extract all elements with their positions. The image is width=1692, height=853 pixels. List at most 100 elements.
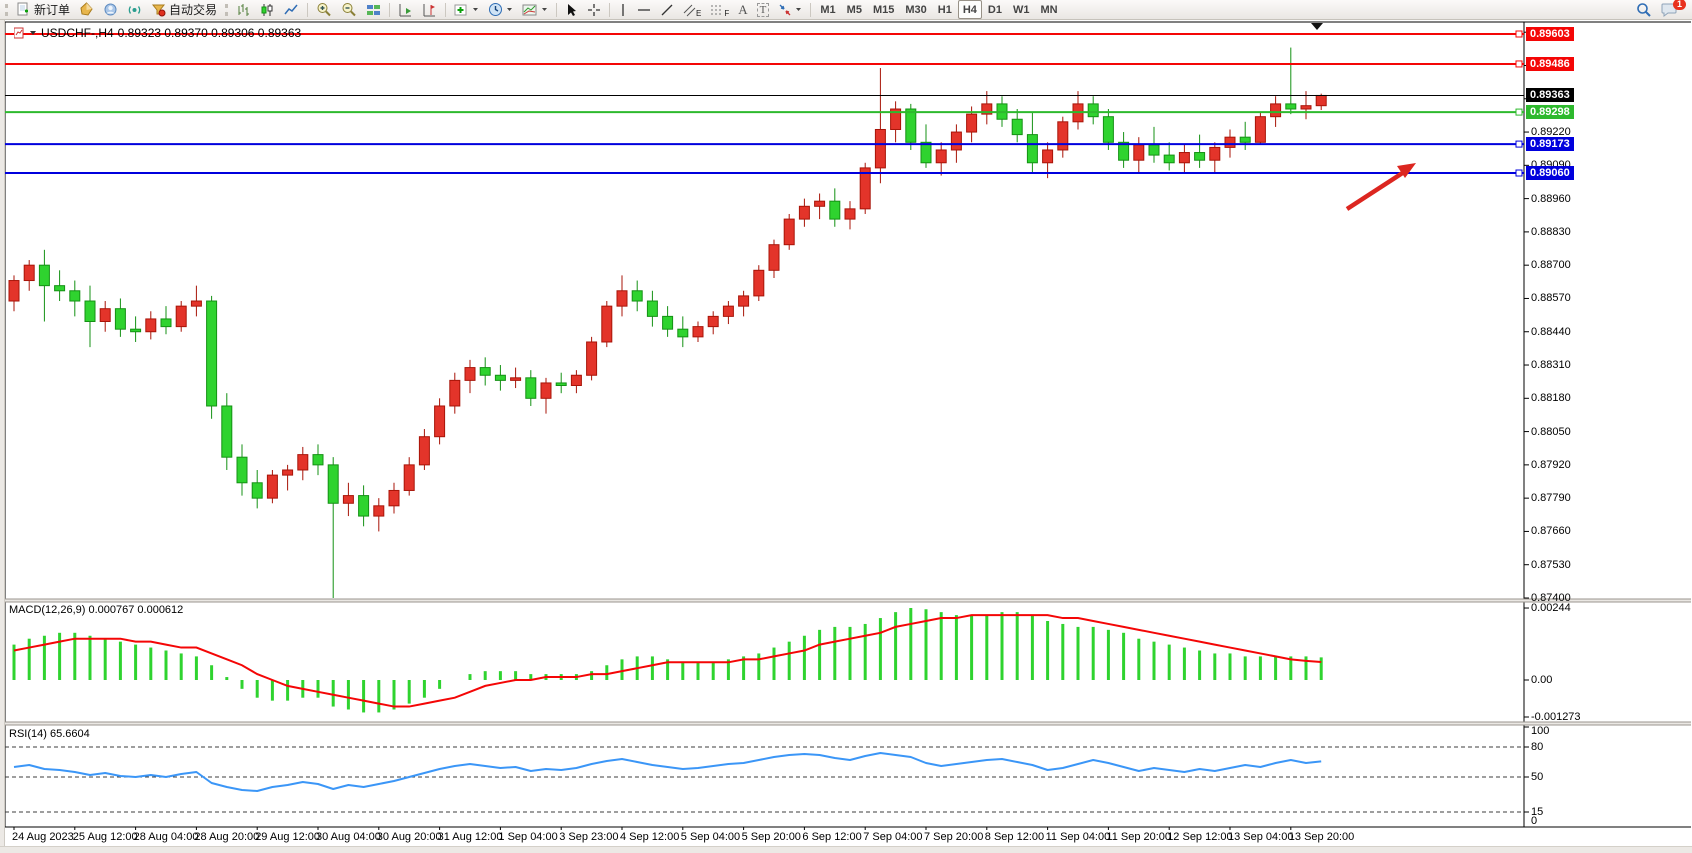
candle-up [587, 342, 597, 375]
toolbar-grip[interactable] [5, 4, 8, 16]
signals-button[interactable] [123, 0, 146, 19]
new-order-button[interactable]: 新订单 [12, 0, 74, 19]
trendline-button[interactable] [656, 0, 678, 19]
arrows-icon [778, 3, 792, 17]
zoom-out-icon [341, 2, 357, 17]
candle-up [1210, 147, 1220, 160]
line-handle-0.89486[interactable] [1516, 61, 1522, 67]
timeframe-m15-button[interactable]: M15 [868, 0, 899, 19]
chevron-down-icon [30, 30, 37, 36]
candle-up [571, 375, 581, 385]
timeframe-h4-button[interactable]: H4 [958, 0, 982, 19]
metaeditor-button[interactable] [75, 0, 98, 19]
text-icon: A [738, 2, 747, 18]
notifications-button[interactable]: 1 [1657, 0, 1682, 19]
notification-badge: 1 [1673, 0, 1686, 10]
autotrading-button[interactable]: 自动交易 [147, 0, 221, 19]
horizontal-line-button[interactable] [633, 0, 655, 19]
zoom-in-button[interactable] [312, 0, 336, 19]
zoom-out-button[interactable] [337, 0, 361, 19]
timeframe-m5-button[interactable]: M5 [842, 0, 867, 19]
candle-down [906, 109, 916, 142]
indicators-icon [454, 3, 469, 17]
toolbar-separator [556, 3, 557, 17]
candle-up [1301, 106, 1311, 109]
price-line-badge: 0.89173 [1526, 137, 1574, 151]
arrows-button[interactable] [774, 0, 806, 19]
candle-down [313, 455, 323, 465]
equidistant-channel-button[interactable]: E [679, 0, 705, 19]
candle-down [678, 329, 688, 337]
candle-down [115, 309, 125, 329]
candle-down [85, 301, 95, 321]
toolbar-grip[interactable] [225, 4, 228, 16]
candle-down [1164, 155, 1174, 163]
tile-windows-icon [366, 3, 381, 17]
arrow-annotation-shaft[interactable] [1347, 172, 1404, 209]
mql5-community-button[interactable] [99, 0, 122, 19]
candle-down [1088, 104, 1098, 117]
horizontal-line-icon [637, 3, 651, 17]
timeframe-d1-button[interactable]: D1 [983, 0, 1007, 19]
price-tick-label: 0.88830 [1531, 226, 1571, 238]
timeframe-m1-button[interactable]: M1 [815, 0, 840, 19]
price-tick-label: 0.88700 [1531, 259, 1571, 271]
candle-up [754, 270, 764, 296]
candle-down [222, 406, 232, 457]
candle-down [663, 316, 673, 329]
mt4-terminal-window: 新订单 自动交易 [0, 0, 1692, 852]
line-chart-icon [284, 3, 299, 17]
candle-up [936, 150, 946, 163]
timeframe-mn-button[interactable]: MN [1035, 0, 1062, 19]
cursor-button[interactable] [561, 0, 582, 19]
crosshair-button[interactable] [583, 0, 605, 19]
candle-down [556, 383, 566, 386]
candle-up [541, 383, 551, 398]
vertical-line-button[interactable] [614, 0, 632, 19]
candle-down [495, 375, 505, 380]
line-handle-0.89298[interactable] [1516, 109, 1522, 115]
candle-down [207, 301, 217, 406]
candle-up [860, 168, 870, 209]
metaeditor-icon [79, 2, 94, 17]
candle-up [602, 306, 612, 342]
candle-up [1058, 122, 1068, 150]
price-tick-label: 0.88310 [1531, 359, 1571, 371]
periods-button[interactable] [484, 0, 517, 19]
search-button[interactable] [1632, 0, 1656, 19]
toolbar-separator [307, 3, 308, 17]
line-chart-button[interactable] [280, 0, 303, 19]
bars-chart-button[interactable] [232, 0, 255, 19]
candle-up [9, 281, 19, 301]
chart-shift-button[interactable] [418, 0, 441, 19]
chart-canvas[interactable] [0, 0, 1692, 852]
candle-up [343, 496, 353, 504]
fibo-letter: F [724, 9, 729, 18]
candle-down [328, 465, 338, 503]
auto-scroll-button[interactable] [394, 0, 417, 19]
line-handle-0.89173[interactable] [1516, 141, 1522, 147]
timeframe-m30-button[interactable]: M30 [900, 0, 931, 19]
new-order-label: 新订单 [34, 1, 70, 18]
tile-windows-button[interactable] [362, 0, 385, 19]
text-label-button[interactable]: T [753, 0, 774, 19]
candle-up [769, 245, 779, 271]
candle-down [1240, 137, 1250, 142]
text-button[interactable]: A [734, 0, 751, 19]
line-handle-0.89060[interactable] [1516, 170, 1522, 176]
crosshair-icon [587, 3, 601, 17]
timeframe-h1-button[interactable]: H1 [933, 0, 957, 19]
candle-up [708, 316, 718, 326]
cursor-arrow-icon [565, 3, 578, 17]
timeframe-w1-button[interactable]: W1 [1008, 0, 1035, 19]
fibonacci-button[interactable]: F [706, 0, 733, 19]
price-tick-label: 0.88050 [1531, 426, 1571, 438]
chart-shift-marker[interactable] [1311, 23, 1323, 30]
candle-up [967, 114, 977, 132]
chart-title-symbol: USDCHF-,H4 [41, 26, 114, 40]
indicators-button[interactable] [450, 0, 483, 19]
templates-button[interactable] [518, 0, 552, 19]
line-handle-0.89603[interactable] [1516, 31, 1522, 37]
candle-down [1149, 145, 1159, 155]
candlestick-chart-button[interactable] [256, 0, 279, 19]
